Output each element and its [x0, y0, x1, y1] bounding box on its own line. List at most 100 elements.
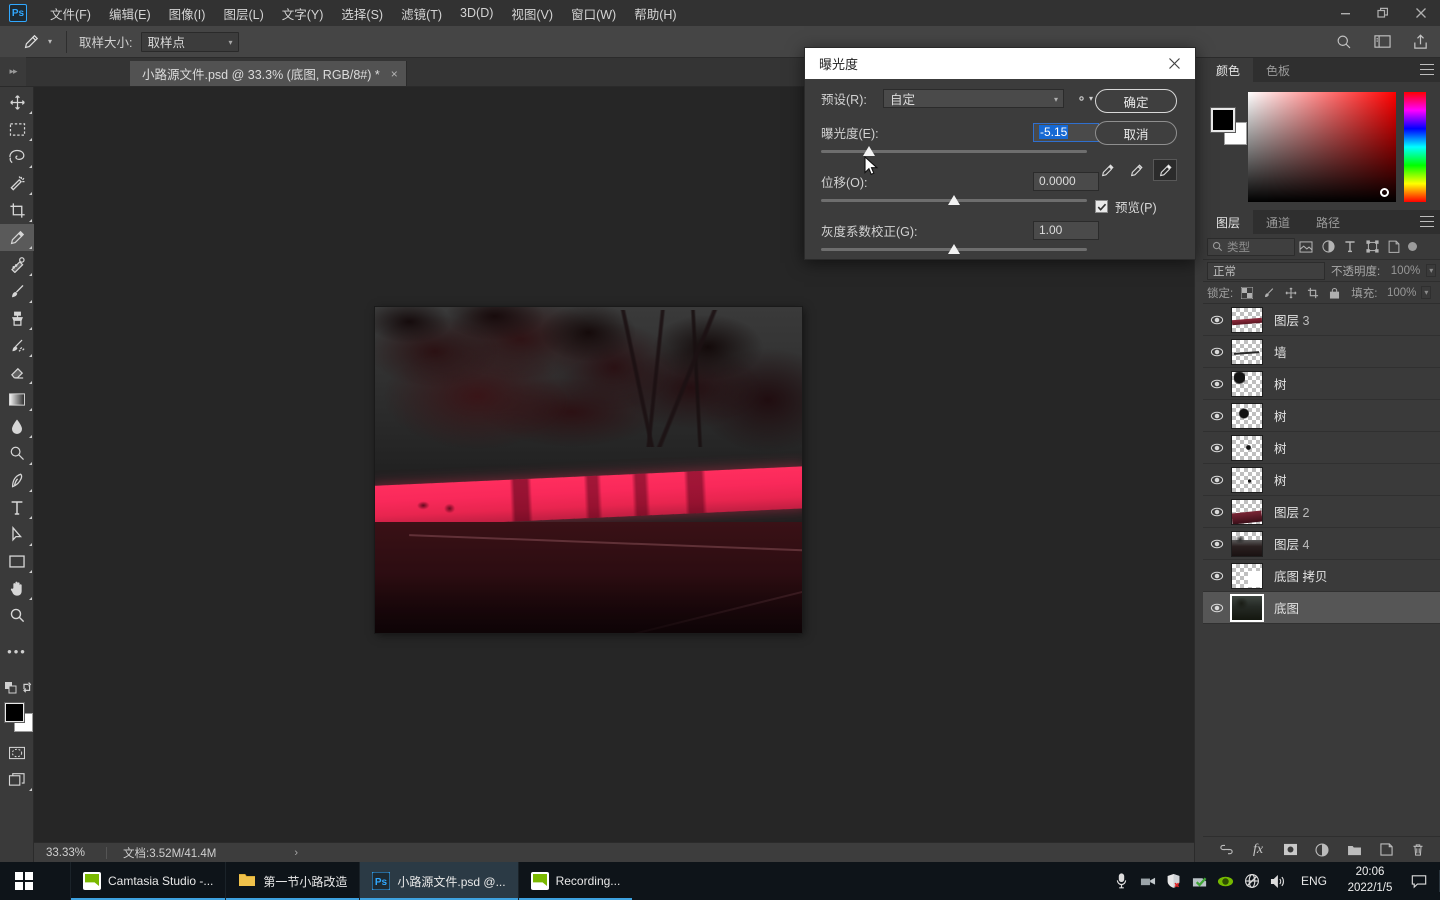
layer-row[interactable]: 树 [1203, 432, 1440, 464]
taskbar-photoshop[interactable]: Ps 小路源文件.psd @... [359, 862, 518, 900]
path-selection-tool[interactable] [0, 521, 34, 548]
notification-icon[interactable] [1403, 862, 1435, 900]
menu-layer[interactable]: 图层(L) [214, 0, 272, 27]
menu-3d[interactable]: 3D(D) [451, 2, 502, 24]
menu-file[interactable]: 文件(F) [41, 0, 100, 27]
microphone-icon[interactable] [1109, 862, 1135, 900]
network-offline-icon[interactable] [1239, 862, 1265, 900]
ok-button[interactable]: 确定 [1095, 89, 1177, 113]
workspace-icon[interactable] [1370, 30, 1394, 54]
smart-object-filter-icon[interactable] [1383, 237, 1405, 257]
layer-visibility-eye-icon[interactable] [1203, 507, 1231, 517]
layer-row[interactable]: 图层 3 [1203, 304, 1440, 336]
lasso-tool[interactable] [0, 143, 34, 170]
opacity-stepper[interactable]: ▾ [1426, 264, 1437, 277]
fill-stepper[interactable]: ▾ [1421, 286, 1432, 299]
filter-toggle-icon[interactable] [1408, 242, 1417, 251]
color-field[interactable] [1248, 92, 1396, 202]
layer-fx-icon[interactable]: fx [1250, 841, 1267, 858]
layer-name[interactable]: 底图 [1274, 598, 1299, 617]
layer-name[interactable]: 墙 [1274, 342, 1287, 361]
layer-name[interactable]: 树 [1274, 406, 1287, 425]
layer-name[interactable]: 图层 3 [1274, 310, 1309, 329]
nvidia-eye-icon[interactable] [1213, 862, 1239, 900]
taskbar-folder[interactable]: 第一节小路改造 [225, 862, 360, 900]
layer-thumbnail[interactable] [1230, 593, 1264, 622]
layer-row[interactable]: 墙 [1203, 336, 1440, 368]
hue-slider[interactable] [1404, 92, 1426, 202]
shape-tool[interactable] [0, 548, 34, 575]
tab-channels[interactable]: 通道 [1253, 210, 1304, 234]
crop-tool[interactable] [0, 197, 34, 224]
foreground-color-swatch[interactable] [4, 702, 25, 723]
layer-row[interactable]: 图层 4 [1203, 528, 1440, 560]
layer-row[interactable]: 底图 拷贝 [1203, 560, 1440, 592]
type-filter-icon[interactable] [1339, 237, 1361, 257]
close-icon[interactable] [1402, 0, 1440, 26]
layer-visibility-eye-icon[interactable] [1203, 315, 1231, 325]
magic-wand-tool[interactable] [0, 170, 34, 197]
panel-menu-icon[interactable] [1420, 216, 1434, 227]
menu-filter[interactable]: 滤镜(T) [392, 0, 451, 27]
brush-tool[interactable] [0, 278, 34, 305]
layer-thumbnail[interactable] [1231, 530, 1263, 557]
tab-swatches[interactable]: 色板 [1253, 58, 1304, 82]
shape-filter-icon[interactable] [1361, 237, 1383, 257]
preview-checkbox-row[interactable]: 预览(P) [1095, 197, 1181, 216]
windows-start-icon[interactable] [0, 862, 48, 900]
search-icon[interactable] [1332, 30, 1356, 54]
screen-mode-tool[interactable] [0, 766, 34, 793]
delete-layer-icon[interactable] [1410, 841, 1427, 858]
document-canvas[interactable] [375, 307, 802, 633]
eyedropper-icon[interactable] [16, 29, 46, 55]
green-check-icon[interactable] [1187, 862, 1213, 900]
quick-mask-tool[interactable] [0, 739, 34, 766]
layer-visibility-eye-icon[interactable] [1203, 539, 1231, 549]
lock-image-icon[interactable] [1260, 284, 1277, 302]
exposure-slider[interactable] [821, 145, 1099, 159]
status-expand-icon[interactable]: › [294, 847, 298, 859]
opacity-value[interactable]: 100% [1386, 265, 1420, 277]
layer-row[interactable]: 树 [1203, 400, 1440, 432]
color-swatches[interactable] [0, 701, 34, 739]
layer-visibility-eye-icon[interactable] [1203, 347, 1231, 357]
close-icon[interactable]: × [391, 67, 398, 81]
eraser-tool[interactable] [0, 359, 34, 386]
new-adjustment-icon[interactable] [1314, 841, 1331, 858]
layer-visibility-eye-icon[interactable] [1203, 571, 1231, 581]
gear-icon[interactable]: ▾ [1075, 92, 1093, 105]
layer-visibility-eye-icon[interactable] [1203, 411, 1231, 421]
camtasia-tray-icon[interactable] [1135, 862, 1161, 900]
tab-color[interactable]: 颜色 [1203, 58, 1254, 82]
layer-thumbnail[interactable] [1231, 338, 1263, 365]
volume-icon[interactable] [1265, 862, 1291, 900]
layer-visibility-eye-icon[interactable] [1203, 475, 1231, 485]
rectangular-select-tool[interactable] [0, 116, 34, 143]
document-tab[interactable]: 小路源文件.psd @ 33.3% (底图, RGB/8#) * × [130, 61, 407, 86]
preview-checkbox[interactable] [1095, 200, 1108, 213]
dialog-title-bar[interactable]: 曝光度 [805, 48, 1195, 79]
tab-paths[interactable]: 路径 [1303, 210, 1354, 234]
dodge-tool[interactable] [0, 440, 34, 467]
hand-tool[interactable] [0, 575, 34, 602]
panel-menu-icon[interactable] [1420, 64, 1434, 75]
menu-image[interactable]: 图像(I) [160, 0, 215, 27]
layer-row[interactable]: 图层 2 [1203, 496, 1440, 528]
more-tools[interactable]: ••• [0, 638, 34, 665]
new-group-icon[interactable] [1346, 841, 1363, 858]
restore-icon[interactable] [1364, 0, 1402, 26]
layer-thumbnail[interactable] [1231, 498, 1263, 525]
image-filter-icon[interactable] [1295, 237, 1317, 257]
layer-row[interactable]: 底图 [1203, 592, 1440, 624]
set-black-point-eyedropper[interactable] [1095, 159, 1119, 181]
menu-type[interactable]: 文字(Y) [273, 0, 333, 27]
adjustment-filter-icon[interactable] [1317, 237, 1339, 257]
pen-tool[interactable] [0, 467, 34, 494]
lock-artboard-icon[interactable] [1304, 284, 1321, 302]
move-tool[interactable] [0, 89, 34, 116]
sample-size-select[interactable]: 取样点 ▾ [140, 31, 239, 52]
default-colors-and-swap[interactable] [0, 674, 34, 701]
taskbar-recording[interactable]: Recording... [517, 862, 633, 900]
healing-brush-tool[interactable] [0, 251, 34, 278]
lock-all-icon[interactable] [1326, 284, 1343, 302]
